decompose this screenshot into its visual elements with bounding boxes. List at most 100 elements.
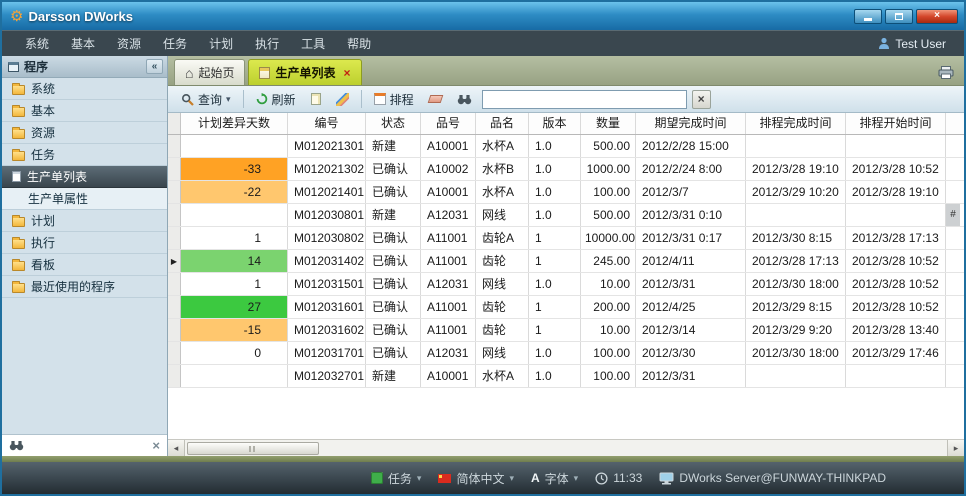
column-header[interactable]: 排程开始时间	[846, 113, 946, 134]
table-cell[interactable]: 1	[529, 319, 581, 341]
scroll-left-button[interactable]: ◂	[168, 440, 185, 456]
edit-button[interactable]	[331, 91, 354, 108]
table-row[interactable]: M012021301新建A10001水杯A1.0500.002012/2/28 …	[168, 135, 964, 158]
table-cell[interactable]: A10001	[421, 181, 476, 203]
sidebar-item[interactable]: 最近使用的程序	[2, 276, 167, 298]
row-selector[interactable]	[168, 158, 181, 180]
row-selector[interactable]	[168, 273, 181, 295]
menu-item[interactable]: 基本	[60, 35, 106, 52]
sidebar-item[interactable]: 计划	[2, 210, 167, 232]
table-cell[interactable]: 已确认	[366, 296, 421, 318]
row-selector[interactable]	[168, 319, 181, 341]
table-cell[interactable]: A11001	[421, 319, 476, 341]
table-row[interactable]: M012032701新建A10001水杯A1.0100.002012/3/31	[168, 365, 964, 388]
table-cell[interactable]: 1.0	[529, 158, 581, 180]
sidebar-item[interactable]: 任务	[2, 144, 167, 166]
table-cell[interactable]: 2012/3/31 0:17	[636, 227, 746, 249]
table-cell[interactable]: 1	[181, 227, 288, 249]
table-cell[interactable]: 2012/3/14	[636, 319, 746, 341]
table-cell[interactable]: 2012/2/24 8:00	[636, 158, 746, 180]
table-cell[interactable]	[846, 365, 946, 387]
search-input[interactable]	[482, 90, 687, 109]
table-cell[interactable]: 2012/3/30 18:00	[746, 273, 846, 295]
menu-item[interactable]: 任务	[152, 35, 198, 52]
table-cell[interactable]: 网线	[476, 273, 529, 295]
table-cell[interactable]: 10.00	[581, 319, 636, 341]
row-selector[interactable]	[168, 181, 181, 203]
column-header[interactable]: 编号	[288, 113, 366, 134]
table-cell[interactable]: 水杯A	[476, 365, 529, 387]
table-cell[interactable]: M012031602	[288, 319, 366, 341]
table-cell[interactable]: 水杯A	[476, 135, 529, 157]
user-info[interactable]: Test User	[878, 37, 952, 51]
table-cell[interactable]: M012031701	[288, 342, 366, 364]
table-cell[interactable]: -22	[181, 181, 288, 203]
table-cell[interactable]: 齿轮A	[476, 227, 529, 249]
language-menu[interactable]: 简体中文 ▾	[438, 470, 514, 487]
table-cell[interactable]: 1.0	[529, 135, 581, 157]
table-cell[interactable]: 10.00	[581, 273, 636, 295]
table-cell[interactable]: 2012/3/29 8:15	[746, 296, 846, 318]
table-cell[interactable]: 1.0	[529, 181, 581, 203]
column-header[interactable]: 状态	[366, 113, 421, 134]
scroll-thumb[interactable]	[187, 442, 319, 455]
clear-search-button[interactable]: ×	[692, 90, 711, 109]
eraser-button[interactable]	[424, 93, 447, 105]
table-cell[interactable]: 2012/3/30 8:15	[746, 227, 846, 249]
table-row[interactable]: 1M012030802已确认A11001齿轮A110000.002012/3/3…	[168, 227, 964, 250]
sidebar-search-close-icon[interactable]: ×	[152, 438, 160, 453]
table-cell[interactable]: 1	[529, 250, 581, 272]
row-selector[interactable]	[168, 342, 181, 364]
table-row[interactable]: M012030801新建A12031网线1.0500.002012/3/31 0…	[168, 204, 964, 227]
table-cell[interactable]: M012031402	[288, 250, 366, 272]
table-cell[interactable]: -15	[181, 319, 288, 341]
tab[interactable]: 生产单列表×	[248, 59, 361, 85]
row-selector[interactable]	[168, 135, 181, 157]
menu-item[interactable]: 执行	[244, 35, 290, 52]
table-cell[interactable]: 2012/4/11	[636, 250, 746, 272]
table-cell[interactable]: 1000.00	[581, 158, 636, 180]
table-row[interactable]: ▶14M012031402已确认A11001齿轮1245.002012/4/11…	[168, 250, 964, 273]
table-cell[interactable]: 500.00	[581, 204, 636, 226]
table-cell[interactable]: 2012/3/28 19:10	[746, 158, 846, 180]
table-cell[interactable]	[846, 204, 946, 226]
tab[interactable]: ⌂起始页	[174, 59, 245, 85]
table-cell[interactable]: 245.00	[581, 250, 636, 272]
table-cell[interactable]: 10000.00	[581, 227, 636, 249]
table-cell[interactable]: M012031601	[288, 296, 366, 318]
table-cell[interactable]: 新建	[366, 135, 421, 157]
row-selector[interactable]	[168, 365, 181, 387]
table-cell[interactable]: 2012/2/28 15:00	[636, 135, 746, 157]
column-header[interactable]: 期望完成时间	[636, 113, 746, 134]
tab-close-icon[interactable]: ×	[344, 66, 351, 80]
table-cell[interactable]: 200.00	[581, 296, 636, 318]
table-cell[interactable]: 1.0	[529, 342, 581, 364]
menu-item[interactable]: 资源	[106, 35, 152, 52]
find-button[interactable]	[452, 92, 477, 107]
schedule-button[interactable]: 排程	[369, 89, 419, 110]
table-cell[interactable]: 齿轮	[476, 296, 529, 318]
table-cell[interactable]	[746, 365, 846, 387]
row-selector[interactable]	[168, 204, 181, 226]
row-selector[interactable]	[168, 227, 181, 249]
column-header[interactable]: 排程完成时间	[746, 113, 846, 134]
sidebar-item[interactable]: 基本	[2, 100, 167, 122]
table-cell[interactable]: 已确认	[366, 158, 421, 180]
table-cell[interactable]: 水杯A	[476, 181, 529, 203]
table-row[interactable]: -15M012031602已确认A11001齿轮110.002012/3/142…	[168, 319, 964, 342]
column-header[interactable]: 品号	[421, 113, 476, 134]
menu-item[interactable]: 帮助	[336, 35, 382, 52]
table-cell[interactable]: A11001	[421, 296, 476, 318]
table-cell[interactable]: 2012/3/28 13:40	[846, 319, 946, 341]
table-cell[interactable]: 新建	[366, 365, 421, 387]
table-row[interactable]: 1M012031501已确认A12031网线1.010.002012/3/312…	[168, 273, 964, 296]
table-cell[interactable]: A10002	[421, 158, 476, 180]
row-selector[interactable]	[168, 296, 181, 318]
table-cell[interactable]	[181, 365, 288, 387]
table-cell[interactable]: M012021401	[288, 181, 366, 203]
table-row[interactable]: -33M012021302已确认A10002水杯B1.01000.002012/…	[168, 158, 964, 181]
table-cell[interactable]: 2012/3/30 18:00	[746, 342, 846, 364]
table-cell[interactable]: 已确认	[366, 181, 421, 203]
table-cell[interactable]: 2012/3/31	[636, 365, 746, 387]
table-cell[interactable]: 齿轮	[476, 250, 529, 272]
